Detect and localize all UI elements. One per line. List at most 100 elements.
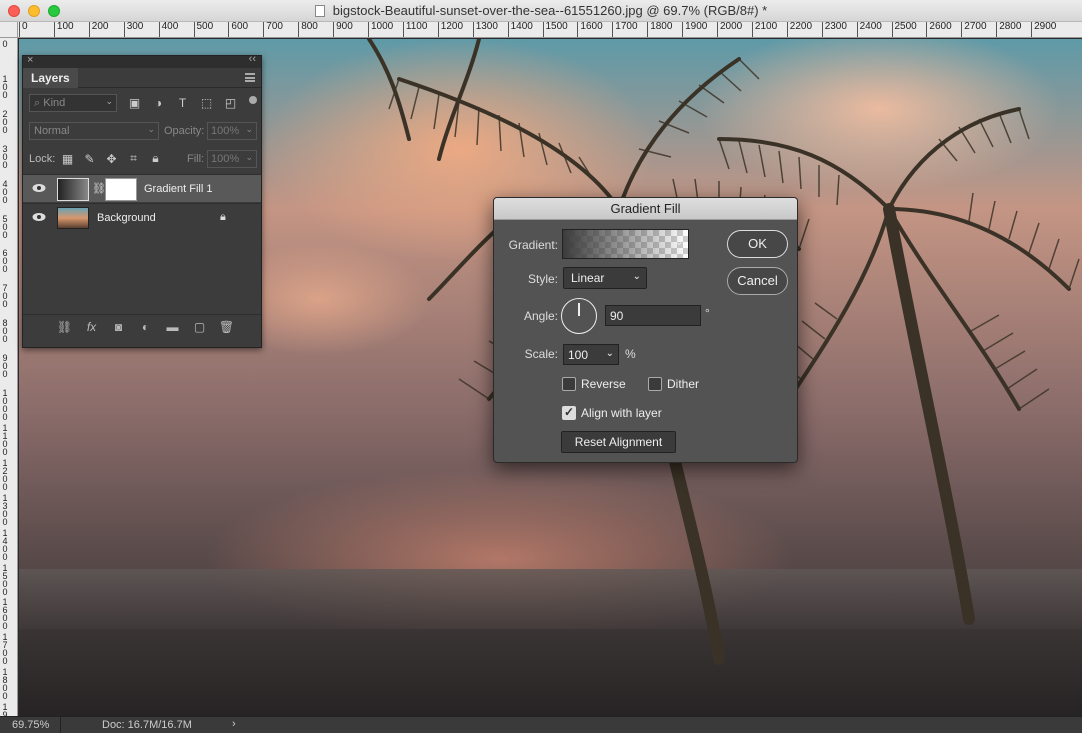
panel-close-icon[interactable]: × <box>27 54 33 66</box>
layer-thumbnail <box>57 178 89 201</box>
layer-filter-kind-select[interactable]: ⌕ Kind ⌄ <box>29 94 117 112</box>
align-with-layer-label[interactable]: Align with layer <box>581 406 662 420</box>
status-menu-arrow[interactable]: › <box>232 718 236 730</box>
trash-icon[interactable]: 🗑︎ <box>219 320 234 334</box>
fill-label: Fill: <box>187 153 205 165</box>
ruler-tick-label: 500 <box>2 213 8 240</box>
tab-layers[interactable]: Layers <box>23 68 78 88</box>
ruler-tick-label: 400 <box>2 178 8 205</box>
mask-icon[interactable]: ◙ <box>111 320 126 334</box>
lock-all-icon[interactable]: 🔒︎ <box>148 151 163 166</box>
ruler-tick-label: 1000 <box>368 22 393 37</box>
horizontal-ruler[interactable]: 0 100 200 300 400 500 600 700 800 900 1000 1100 1200… <box>18 22 1082 38</box>
gradient-fill-dialog: Gradient Fill Gradient: ⌄ Style: Linear … <box>493 197 798 463</box>
angle-input[interactable]: 90 <box>605 305 701 326</box>
eye-icon[interactable] <box>32 212 46 222</box>
opacity-field[interactable]: 100% ⌄ <box>207 122 257 140</box>
scale-input[interactable]: 100 ⌄ <box>563 344 619 365</box>
ruler-tick-label: 700 <box>263 22 283 37</box>
lock-icons: ▦ ✎ ✥ ⌗ 🔒︎ <box>60 151 163 166</box>
ruler-tick-label: 1600 <box>2 597 8 632</box>
lock-icon[interactable]: 🔒︎ <box>220 211 226 224</box>
lock-image-icon[interactable]: ✎ <box>82 151 97 166</box>
zoom-window-button[interactable] <box>48 5 60 17</box>
angle-dial[interactable] <box>561 298 597 334</box>
layer-mask-thumbnail[interactable] <box>105 178 137 201</box>
blend-mode-select[interactable]: Normal ⌄ <box>29 122 159 140</box>
ruler-tick-label: 1100 <box>2 422 8 457</box>
ruler-tick-label: 1400 <box>2 527 8 562</box>
filter-type-icon[interactable]: T <box>175 95 190 110</box>
gradient-preview[interactable] <box>562 229 689 259</box>
angle-value: 90 <box>610 309 624 323</box>
ok-button[interactable]: OK <box>727 230 788 258</box>
layer-row-gradient-fill[interactable]: ⛓︎ Gradient Fill 1 <box>23 174 261 202</box>
cancel-button[interactable]: Cancel <box>727 267 788 295</box>
panel-menu-icon[interactable] <box>245 73 255 82</box>
dialog-title[interactable]: Gradient Fill <box>494 198 797 220</box>
eye-icon[interactable] <box>32 183 46 193</box>
angle-label: Angle: <box>523 309 558 323</box>
dither-label[interactable]: Dither <box>667 377 699 391</box>
filter-shape-icon[interactable]: ⬚ <box>199 95 214 110</box>
ruler-tick-label: 2900 <box>1031 22 1056 37</box>
ruler-tick-label: 1000 <box>2 388 8 422</box>
panel-collapse-icon[interactable]: ‹‹ <box>249 53 256 65</box>
layers-tab-row: Layers <box>23 68 261 88</box>
lock-position-icon[interactable]: ✥ <box>104 151 119 166</box>
folder-icon[interactable]: ▬ <box>165 320 180 334</box>
fx-icon[interactable]: fx <box>84 320 99 334</box>
ruler-tick-label: 1200 <box>2 457 8 492</box>
vertical-ruler[interactable]: 0 100 200 300 400 500 600 700 800 900 1000 1100 1200… <box>0 38 18 716</box>
lock-artboard-icon[interactable]: ⌗ <box>126 151 141 166</box>
filter-toggle-icon[interactable] <box>249 96 257 104</box>
ruler-tick-label: 400 <box>158 22 178 37</box>
ruler-tick-label: 800 <box>2 318 8 345</box>
new-layer-icon[interactable]: ▢ <box>192 320 207 334</box>
gradient-label: Gradient: <box>508 238 558 252</box>
zoom-level[interactable]: 69.75% <box>12 719 49 731</box>
filter-adjustment-icon[interactable]: ◑ <box>151 95 166 110</box>
opacity-value: 100% <box>211 125 240 137</box>
lock-transparent-icon[interactable]: ▦ <box>60 151 75 166</box>
layers-panel-titlebar[interactable]: × ‹‹ <box>23 53 261 68</box>
dither-checkbox[interactable] <box>648 377 662 391</box>
ruler-tick-label: 2100 <box>751 22 777 37</box>
align-with-layer-checkbox[interactable] <box>562 405 576 420</box>
reverse-checkbox[interactable] <box>562 377 576 391</box>
layers-panel: × ‹‹ Layers ⌕ Kind ⌄ ▣ ◑ T ⬚ ◰ Normal ⌄ … <box>22 53 262 348</box>
filter-pixel-icon[interactable]: ▣ <box>127 95 142 110</box>
chevron-down-icon: ⌄ <box>245 152 253 162</box>
layers-panel-footer: ⛓︎ fx ◙ ◐ ▬ ▢ 🗑︎ <box>23 314 261 338</box>
ruler-tick-label: 1900 <box>682 22 707 37</box>
reverse-label[interactable]: Reverse <box>581 377 626 391</box>
chevron-down-icon[interactable]: ⌄ <box>675 237 683 248</box>
ruler-tick-label: 300 <box>2 143 8 170</box>
layer-row-background[interactable]: Background 🔒︎ <box>23 203 261 231</box>
chevron-down-icon[interactable]: ⌄ <box>606 348 614 359</box>
ruler-tick-label: 300 <box>123 22 143 37</box>
window-title: bigstock-Beautiful-sunset-over-the-sea--… <box>332 3 768 18</box>
link-icon[interactable]: ⛓︎ <box>57 320 72 334</box>
reset-alignment-button[interactable]: Reset Alignment <box>561 431 676 453</box>
close-window-button[interactable] <box>8 5 20 17</box>
ruler-origin[interactable] <box>0 22 18 38</box>
layer-filter-icons: ▣ ◑ T ⬚ ◰ <box>127 95 238 110</box>
ruler-tick-label: 1300 <box>472 22 498 37</box>
minimize-window-button[interactable] <box>28 5 40 17</box>
fill-field[interactable]: 100% ⌄ <box>207 150 257 168</box>
filter-smartobject-icon[interactable]: ◰ <box>223 95 238 110</box>
ruler-tick-label: 700 <box>2 283 8 310</box>
style-select[interactable]: Linear ⌄ <box>563 267 647 289</box>
ruler-tick-label: 1600 <box>577 22 603 37</box>
layer-name: Background <box>97 212 156 224</box>
scale-value: 100 <box>568 348 589 362</box>
ruler-tick-label: 200 <box>88 22 108 37</box>
ruler-tick-label: 1800 <box>647 22 672 37</box>
scale-label: Scale: <box>524 347 558 361</box>
document-size-info: Doc: 16.7M/16.7M <box>102 719 192 731</box>
adjustment-icon[interactable]: ◐ <box>138 320 153 334</box>
link-icon[interactable]: ⛓︎ <box>92 182 106 195</box>
ruler-tick-label: 2400 <box>856 22 882 37</box>
lock-label: Lock: <box>29 153 56 165</box>
